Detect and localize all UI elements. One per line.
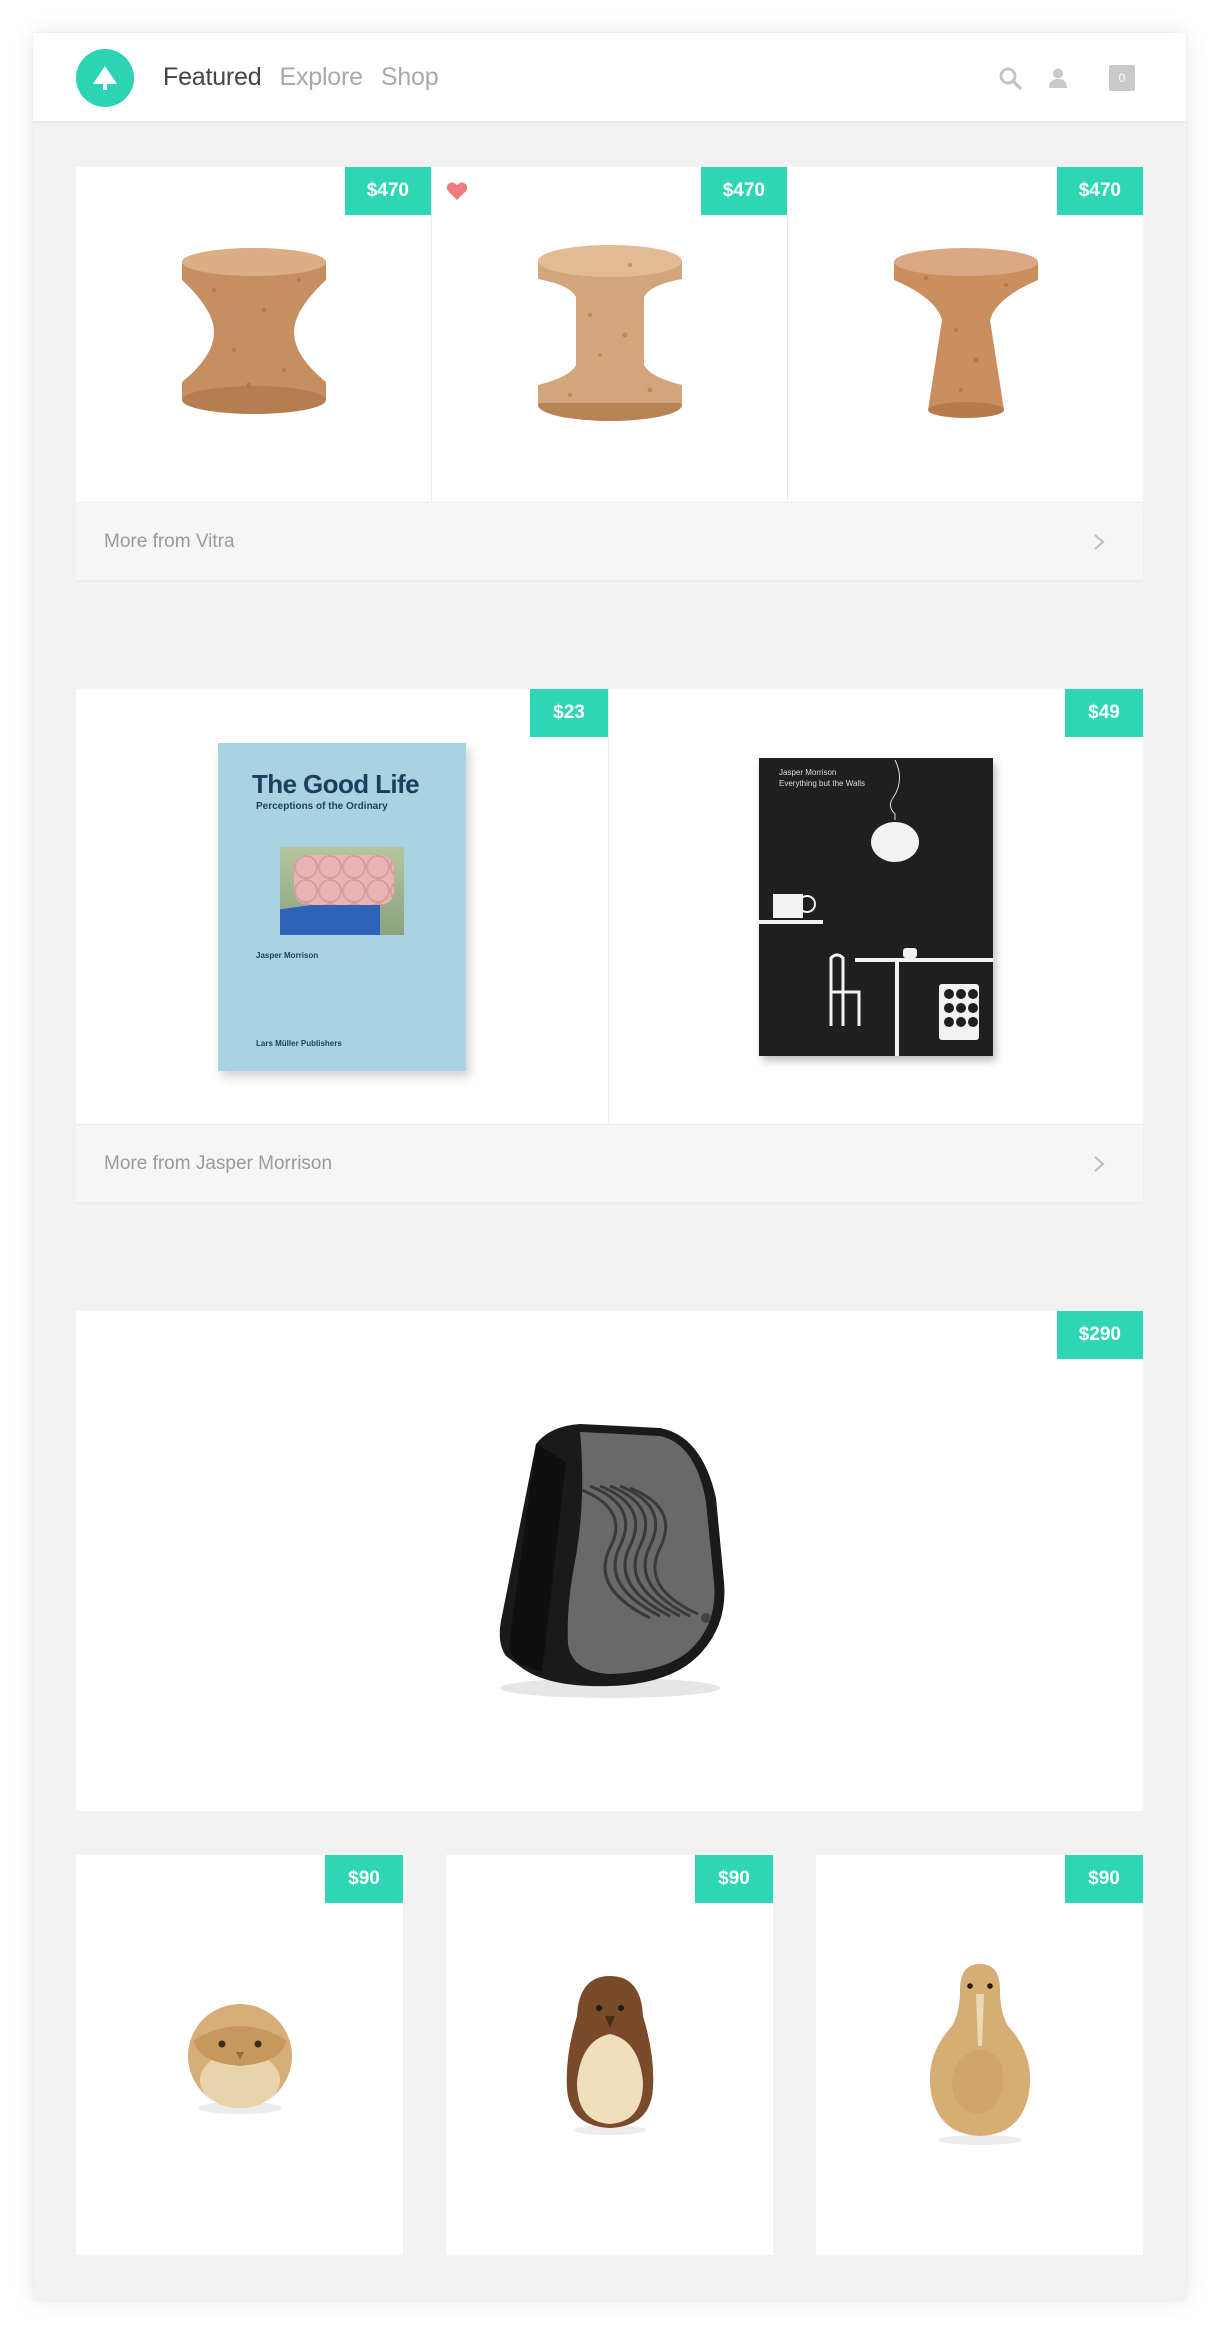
product-card[interactable]: $470 [432,167,788,502]
book-cover-illustration [759,759,993,1056]
chevron-right-icon [1094,533,1105,550]
more-from-jasper-morrison-link[interactable]: More from Jasper Morrison [76,1124,1143,1202]
nav-item-explore[interactable]: Explore [279,63,363,92]
product-image [537,244,682,421]
tree-icon [93,66,117,90]
price-tag: $290 [1056,1311,1143,1359]
more-from-label: More from Jasper Morrison [104,1152,333,1174]
speaker-product-card[interactable]: $290 [76,1311,1143,1811]
more-from-label: More from Vitra [104,530,235,552]
product-image [893,247,1038,418]
product-card[interactable]: $470 [76,167,432,502]
price-tag: $49 [1065,689,1143,737]
book-subtitle: Perceptions of the Ordinary [256,800,388,812]
account-button[interactable] [1044,64,1072,92]
product-card[interactable]: $90 [76,1855,403,2255]
price-tag: $90 [1065,1855,1143,1903]
price-tag: $90 [695,1855,773,1903]
price-tag: $23 [530,689,608,737]
book-author: Jasper Morrison [256,950,319,960]
product-card[interactable]: $90 [816,1855,1143,2255]
logo[interactable] [76,49,134,107]
price-tag: $90 [325,1855,403,1903]
price-tag: $470 [700,167,787,215]
product-card[interactable]: $470 [788,167,1143,502]
jasper-morrison-collection-card: The Good Life Perceptions of the Ordinar… [76,689,1143,1202]
chevron-right-icon [1094,1155,1105,1172]
top-nav-bar: Featured Explore Shop 0 [33,33,1186,122]
nav-item-featured[interactable]: Featured [163,63,262,92]
book-cover-photo [280,846,404,935]
product-card[interactable]: Jasper Morrison Everything but the Walls [609,689,1143,1124]
product-image [499,1424,724,1698]
main-nav: Featured Explore Shop [163,33,439,122]
user-icon [1049,68,1067,88]
heart-icon[interactable] [446,181,468,201]
product-card[interactable]: The Good Life Perceptions of the Ordinar… [76,689,609,1124]
product-image [566,1976,653,2135]
product-image: The Good Life Perceptions of the Ordinar… [218,742,466,1071]
product-image [929,1964,1030,2145]
vitra-collection-card: $470 $470 $470 More from Vitra [76,167,1143,580]
search-icon [999,67,1022,90]
product-image [187,2004,292,2114]
product-image [181,247,326,414]
price-tag: $470 [344,167,431,215]
page-frame: Featured Explore Shop 0 $470 $470 $470 M… [33,33,1186,2300]
cart-count-badge[interactable]: 0 [1109,64,1135,91]
nav-item-shop[interactable]: Shop [381,63,439,92]
book-title: The Good Life [252,768,420,799]
price-tag: $470 [1056,167,1143,215]
more-from-vitra-link[interactable]: More from Vitra [76,502,1143,580]
search-button[interactable] [996,64,1024,92]
product-image: Jasper Morrison Everything but the Walls [759,757,993,1056]
product-card[interactable]: $90 [446,1855,773,2255]
book-publisher: Lars Müller Publishers [256,1038,342,1048]
header-tools: 0 [996,33,1135,122]
